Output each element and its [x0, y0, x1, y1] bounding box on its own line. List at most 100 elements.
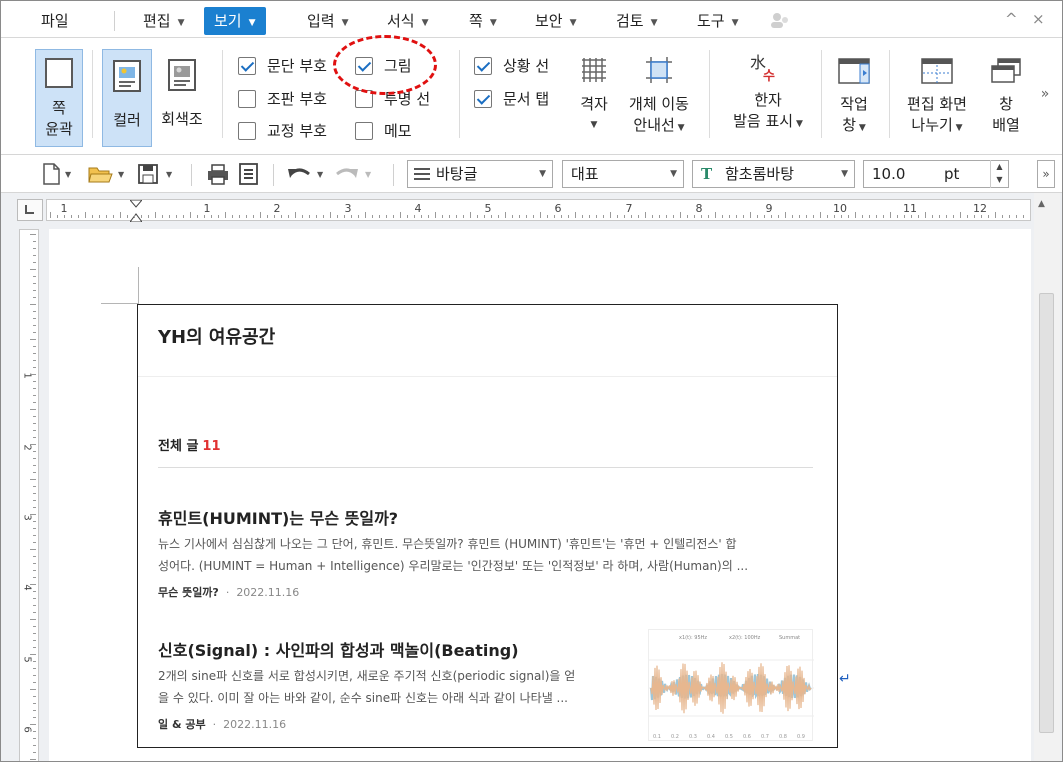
- ruler-tick: [33, 528, 36, 529]
- chevron-down-icon: ▼: [248, 18, 256, 28]
- checkbox[interactable]: [355, 122, 373, 140]
- redo-icon[interactable]: ▼: [335, 164, 377, 188]
- menu-file[interactable]: 파일: [35, 7, 75, 35]
- menu-edit[interactable]: 편집 ▼: [137, 7, 191, 35]
- crop-mark: [138, 267, 139, 304]
- ruler-tick: [33, 493, 36, 494]
- ruler-tick: [33, 346, 36, 347]
- ruler-tick: [33, 395, 36, 396]
- vertical-scrollbar[interactable]: ▲: [1034, 193, 1060, 761]
- menu-security[interactable]: 보안 ▼: [529, 7, 583, 35]
- font-select[interactable]: T 함초롬바탕 ▼: [692, 160, 855, 188]
- toolbar-more-button[interactable]: »: [1037, 160, 1055, 188]
- object-move-label: 개체 이동: [629, 95, 689, 113]
- checkbox[interactable]: [238, 57, 256, 75]
- ruler-tick: [701, 215, 702, 218]
- post-excerpt: 뉴스 기사에서 심심찮게 나오는 그 단어, 휴민트. 무슨뜻일까? 휴민트 (…: [158, 537, 737, 551]
- ruler-tick: [785, 212, 786, 218]
- ruler-corner-button[interactable]: [17, 199, 43, 221]
- scroll-up-icon[interactable]: ▲: [1038, 199, 1045, 209]
- truetype-font-icon: T: [701, 165, 713, 183]
- ruler-tick: [876, 215, 877, 218]
- style-value: 바탕글: [436, 165, 478, 183]
- ruler-tick: [148, 215, 149, 218]
- ruler-tick: [575, 212, 576, 218]
- hanja-pronunciation-button[interactable]: 水 수 한자 발음 표시 ▼: [725, 52, 811, 146]
- page-outline-button[interactable]: 쪽 윤곽: [35, 49, 83, 147]
- ruler-tick: [33, 451, 36, 452]
- font-size-input[interactable]: 10.0 pt ▲ ▼: [863, 160, 1009, 188]
- window-arrange-icon: [991, 58, 1021, 83]
- vertical-ruler[interactable]: 123456: [19, 229, 39, 761]
- menu-review[interactable]: 검토 ▼: [610, 7, 664, 35]
- ruler-tick: [316, 215, 317, 218]
- ruler-tick: [30, 759, 36, 760]
- window-arrange-button[interactable]: 창 배열: [983, 52, 1029, 146]
- toolbar-divider: [191, 164, 192, 186]
- ruler-tick: [330, 212, 331, 218]
- color-button[interactable]: 컬러: [102, 49, 152, 147]
- ruler-tick: [33, 367, 36, 368]
- ruler-tick: [33, 661, 36, 662]
- ruler-tick: [155, 212, 156, 218]
- ruler-tick: [30, 339, 36, 340]
- ruler-tick: [260, 212, 261, 218]
- scrollbar-thumb[interactable]: [1039, 293, 1054, 733]
- ruler-tick: [33, 626, 36, 627]
- split-view-label: 나누기: [911, 116, 953, 134]
- checkbox[interactable]: [474, 57, 492, 75]
- menu-tools[interactable]: 도구 ▼: [691, 7, 745, 35]
- chevron-down-icon: ▼: [539, 169, 546, 179]
- checkbox[interactable]: [474, 90, 492, 108]
- ruler-tick: [225, 212, 226, 218]
- ruler-tick: [645, 212, 646, 218]
- save-icon[interactable]: ▼: [137, 163, 177, 189]
- ruler-tick: [33, 521, 36, 522]
- indent-marker-icon[interactable]: [128, 199, 144, 223]
- ruler-tick: [456, 215, 457, 218]
- horizontal-ruler[interactable]: 1 1 2 3 4 5 6 7 8 9 10 11 12: [46, 199, 1031, 223]
- ruler-tick: [449, 215, 450, 218]
- menu-view[interactable]: 보기 ▼: [204, 7, 266, 35]
- ribbon-more-button[interactable]: »: [1037, 84, 1053, 105]
- hanja-icon: 水 수: [750, 53, 775, 84]
- menu-insert[interactable]: 입력 ▼: [301, 7, 355, 35]
- print-icon[interactable]: [206, 163, 230, 189]
- checkbox[interactable]: [238, 122, 256, 140]
- ruler-tick: [442, 215, 443, 218]
- ruler-tick: [33, 472, 36, 473]
- menu-page[interactable]: 쪽 ▼: [463, 7, 503, 35]
- chevron-down-icon: ▼: [421, 18, 429, 28]
- ruler-tick: [694, 215, 695, 218]
- ribbon-divider: [459, 50, 460, 138]
- chevron-down-icon: ▼: [731, 18, 739, 28]
- embedded-picture[interactable]: YH의 여유공간 전체 글 11 휴민트(HUMINT)는 무슨 뜻일까? 뉴스 …: [137, 304, 838, 748]
- split-view-button[interactable]: 편집 화면 나누기 ▼: [899, 52, 975, 146]
- ruler-number: 4: [414, 202, 422, 215]
- ruler-tick: [932, 215, 933, 218]
- ruler-tick: [603, 215, 604, 218]
- grayscale-button[interactable]: 회색조: [156, 49, 208, 147]
- object-move-guide-button[interactable]: 개체 이동 안내선 ▼: [623, 52, 695, 146]
- ruler-tick: [652, 215, 653, 218]
- style-select[interactable]: 바탕글 ▼: [407, 160, 553, 188]
- print-preview-icon[interactable]: [237, 163, 261, 189]
- ruler-tick: [33, 248, 36, 249]
- close-icon[interactable]: ×: [1032, 10, 1045, 28]
- open-folder-icon[interactable]: ▼: [87, 163, 127, 189]
- thumb-legend: x2(t): 100Hz: [729, 635, 761, 641]
- account-icon[interactable]: [769, 11, 791, 33]
- ruler-tick: [33, 542, 36, 543]
- thumb-axis-label: 0.6: [743, 734, 751, 740]
- task-pane-button[interactable]: 작업 창 ▼: [829, 52, 879, 146]
- ruler-number: 5: [21, 656, 33, 663]
- checkbox[interactable]: [238, 90, 256, 108]
- font-size-stepper[interactable]: ▲ ▼: [990, 160, 1008, 188]
- undo-icon[interactable]: ▼: [287, 164, 329, 188]
- grid-button[interactable]: 격자 ▼: [571, 52, 617, 146]
- new-document-icon[interactable]: ▼: [41, 163, 73, 189]
- collapse-ribbon-icon[interactable]: ^: [1005, 10, 1018, 28]
- ruler-tick: [71, 215, 72, 218]
- menu-format[interactable]: 서식 ▼: [381, 7, 435, 35]
- style-kind-select[interactable]: 대표 ▼: [562, 160, 684, 188]
